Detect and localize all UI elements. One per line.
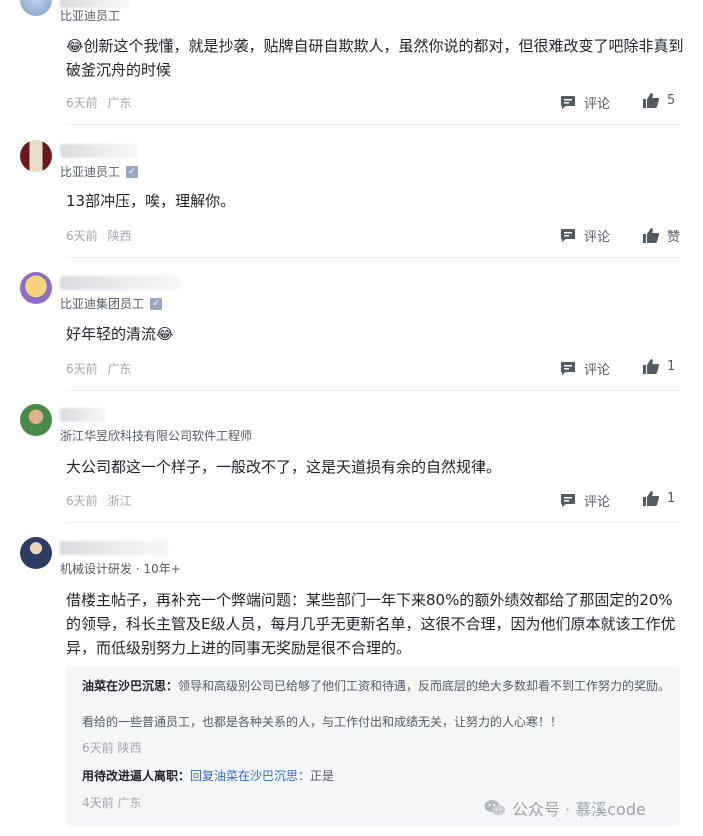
like-button[interactable]: 5 [643, 93, 675, 108]
reply-author[interactable]: 油菜在沙巴沉思： [82, 679, 178, 693]
like-count: 1 [667, 359, 676, 374]
role-text: 机械设计研发 · 10年+ [60, 562, 181, 576]
comment-meta: 6天前 浙江 [66, 492, 131, 509]
watermark-text: 公众号 · 慕溪code [512, 800, 646, 819]
comment-icon [561, 494, 575, 507]
username-blurred[interactable] [60, 144, 138, 158]
thumbs-up-icon [643, 228, 659, 243]
comment-text: 好年轻的清流😂 [66, 325, 174, 343]
wechat-icon [484, 800, 505, 816]
comment-location: 陕西 [107, 229, 132, 243]
comment-button[interactable]: 评论 [560, 226, 610, 245]
user-role: 比亚迪集团员工 ✓ [60, 295, 163, 312]
username-blurred[interactable] [60, 276, 180, 290]
reply-location: 广东 [117, 796, 142, 810]
comment-location: 广东 [107, 96, 132, 110]
like-count: 1 [667, 491, 676, 506]
comment-button-label: 评论 [584, 97, 611, 112]
thumbs-up-icon [643, 93, 659, 108]
thumbs-up-icon [643, 359, 659, 374]
username-blurred[interactable] [60, 541, 168, 555]
user-role: 比亚迪员工 [60, 7, 120, 24]
reply-to-link[interactable]: 回复油菜在沙巴沉思： [190, 769, 310, 783]
like-count: 5 [667, 93, 676, 108]
comment-time: 6天前 [66, 494, 98, 508]
comment-button[interactable]: 评论 [560, 359, 610, 378]
like-button[interactable]: 1 [643, 359, 675, 374]
reply-item: 油菜在沙巴沉思：领导和高级别公司已给够了他们工资和待遇，反而底层的绝大多数却看不… [82, 677, 672, 695]
reply-text: 正是 [310, 769, 335, 783]
like-button[interactable]: 1 [643, 491, 675, 506]
reply-meta: 6天前 陕西 [82, 739, 672, 757]
comment-meta: 6天前 陕西 [66, 227, 131, 244]
role-text: 比亚迪员工 [60, 165, 121, 179]
divider [66, 257, 681, 258]
comment-text: 13部冲压，唉，理解你。 [66, 192, 236, 210]
user-role: 比亚迪员工 ✓ [60, 163, 139, 180]
comment-meta: 6天前 广东 [66, 360, 131, 377]
reply-text: 领导和高级别公司已给够了他们工资和待遇，反而底层的绝大多数却看不到工作努力的奖励… [178, 679, 671, 693]
verified-badge-icon: ✓ [126, 165, 139, 178]
avatar[interactable] [20, 0, 52, 16]
avatar[interactable] [20, 140, 52, 172]
role-text: 比亚迪集团员工 [60, 297, 145, 311]
reply-time: 6天前 [82, 741, 114, 755]
reply-author[interactable]: 用待改进逼人离职： [82, 769, 190, 783]
comment-text: 借楼主帖子，再补充一个弊端问题：某些部门一年下来80%的额外绩效都给了那固定的2… [66, 591, 676, 657]
comment-time: 6天前 [66, 96, 98, 110]
username-blurred[interactable] [60, 408, 106, 422]
avatar[interactable] [20, 537, 52, 569]
comment-meta: 6天前 广东 [66, 94, 131, 111]
comment-icon [561, 96, 575, 109]
comment-button-label: 评论 [584, 495, 611, 510]
comment-icon [561, 362, 575, 375]
reply-item: 用待改进逼人离职：回复油菜在沙巴沉思：正是 [82, 767, 672, 785]
comment-time: 6天前 [66, 362, 98, 376]
avatar[interactable] [20, 404, 52, 436]
comment-time: 6天前 [66, 229, 98, 243]
like-count: 赞 [667, 230, 681, 245]
comment-button-label: 评论 [584, 230, 611, 245]
comment-location: 浙江 [107, 494, 132, 508]
divider [66, 390, 681, 391]
comment-button[interactable]: 评论 [560, 491, 610, 510]
comment-button-label: 评论 [584, 363, 611, 378]
comment-text: 😂创新这个我懂，就是抄袭，贴牌自研自欺欺人，虽然你说的都对，但很难改变了吧除非真… [66, 37, 684, 79]
reply-time: 4天前 [82, 796, 114, 810]
divider [66, 124, 681, 125]
user-role: 浙江华昱欣科技有限公司软件工程师 [60, 427, 252, 444]
like-button[interactable]: 赞 [643, 226, 680, 245]
thumbs-up-icon [643, 491, 659, 506]
divider [66, 522, 681, 523]
role-text: 比亚迪员工 [60, 9, 121, 23]
watermark: 公众号 · 慕溪code [484, 796, 646, 820]
comment-location: 广东 [107, 362, 132, 376]
user-role: 机械设计研发 · 10年+ [60, 560, 181, 577]
comment-icon [561, 229, 575, 242]
reply-text-continued: 看给的一些普通员工，也都是各种关系的人，与工作付出和成绩无关，让努力的人心寒！！ [82, 715, 563, 729]
avatar[interactable] [20, 272, 52, 304]
comment-text: 大公司都这一个样子，一般改不了，这是天道损有余的自然规律。 [66, 458, 502, 476]
reply-location: 陕西 [117, 741, 142, 755]
verified-badge-icon: ✓ [150, 297, 163, 310]
comment-button[interactable]: 评论 [560, 93, 610, 112]
role-text: 浙江华昱欣科技有限公司软件工程师 [60, 429, 253, 443]
